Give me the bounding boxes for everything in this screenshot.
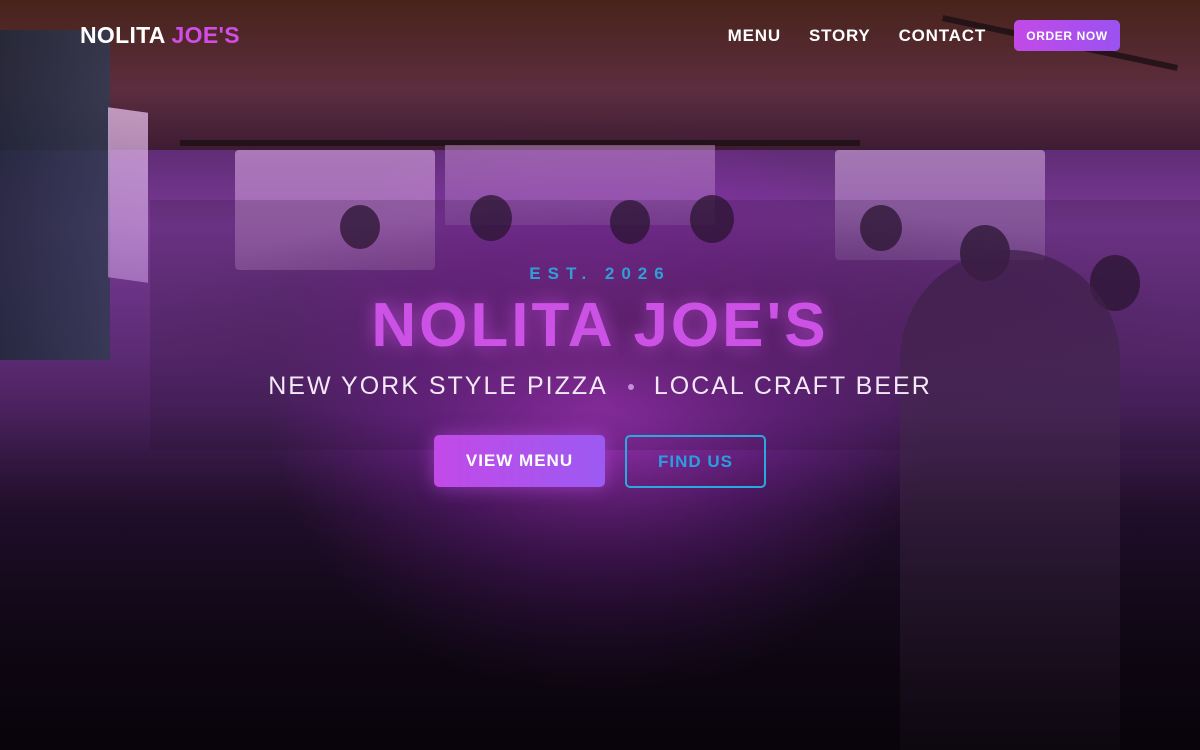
brand-name-part2: JOE'S [171,22,240,48]
brand-logo[interactable]: NOLITA JOE'S [80,22,240,49]
brand-name-part1: NOLITA [80,22,165,48]
nav-link-menu[interactable]: MENU [728,26,781,46]
separator-dot-icon [627,384,634,391]
view-menu-button[interactable]: VIEW MENU [434,435,605,487]
order-now-button[interactable]: ORDER NOW [1014,20,1120,51]
tagline-pizza: NEW YORK STYLE PIZZA [268,372,608,400]
tagline-beer: LOCAL CRAFT BEER [653,372,932,400]
established-label: EST. 2026 [529,264,671,283]
nav-link-contact[interactable]: CONTACT [899,26,986,46]
hero-tagline: NEW YORK STYLE PIZZA LOCAL CRAFT BEER [0,372,1200,401]
hero-title: NOLITA JOE'S [371,291,829,360]
find-us-button[interactable]: FIND US [625,435,766,488]
nav-links: MENU STORY CONTACT [728,26,986,46]
top-navigation: NOLITA JOE'S MENU STORY CONTACT ORDER NO… [0,0,1200,72]
nav-link-story[interactable]: STORY [809,26,871,46]
